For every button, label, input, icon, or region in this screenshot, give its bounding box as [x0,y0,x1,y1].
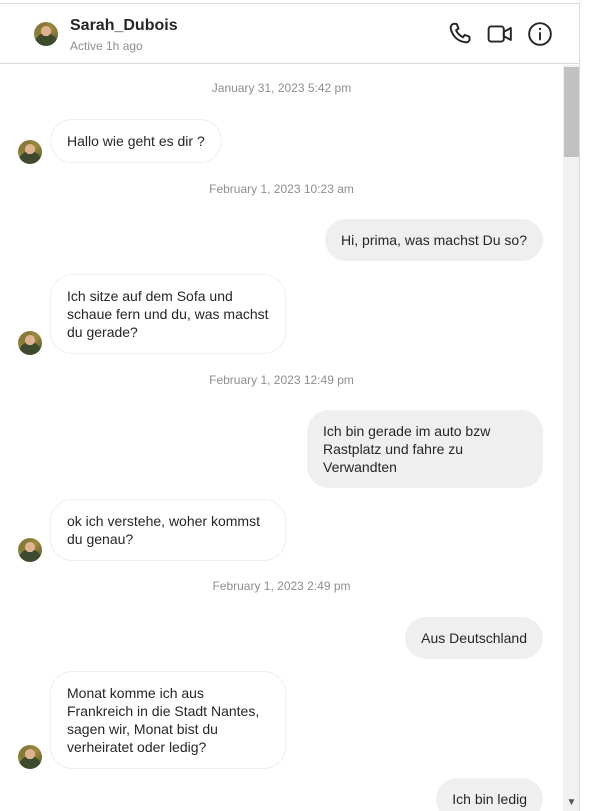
info-icon[interactable] [527,21,553,47]
avatar[interactable] [18,538,42,562]
avatar[interactable] [34,22,58,46]
video-camera-icon[interactable] [487,21,513,47]
scroll-down-arrow-icon[interactable]: ▼ [564,796,579,810]
outgoing-message[interactable]: Aus Deutschland [405,617,543,659]
scrollbar-thumb[interactable] [564,67,579,157]
avatar[interactable] [18,140,42,164]
outgoing-message[interactable]: Hi, prima, was machst Du so? [325,219,543,261]
message-timestamp: January 31, 2023 5:42 pm [211,81,352,95]
message-timestamp: February 1, 2023 10:23 am [209,182,354,196]
outgoing-message[interactable]: Ich bin gerade im auto bzw Rastplatz und… [307,410,543,488]
avatar[interactable] [18,745,42,769]
contact-name[interactable]: Sarah_Dubois [70,17,178,35]
avatar[interactable] [18,331,42,355]
incoming-message[interactable]: Monat komme ich aus Frankreich in die St… [50,671,286,769]
message-timestamp: February 1, 2023 2:49 pm [212,579,351,593]
message-thread[interactable]: January 31, 2023 5:42 pm Hallo wie geht … [0,65,563,811]
incoming-message[interactable]: ok ich verstehe, woher kommst du genau? [50,499,286,561]
incoming-message[interactable]: Ich sitze auf dem Sofa und schaue fern u… [50,274,286,354]
phone-icon[interactable] [447,21,473,47]
message-timestamp: February 1, 2023 12:49 pm [209,373,354,387]
outgoing-message[interactable]: Ich bin ledig [436,778,543,811]
scrollbar[interactable]: ▼ [563,65,579,811]
incoming-message[interactable]: Hallo wie geht es dir ? [50,119,222,163]
chat-window: Sarah_Dubois Active 1h ago January 31, 2… [0,3,580,811]
chat-header: Sarah_Dubois Active 1h ago [0,4,579,64]
contact-status: Active 1h ago [70,39,143,53]
